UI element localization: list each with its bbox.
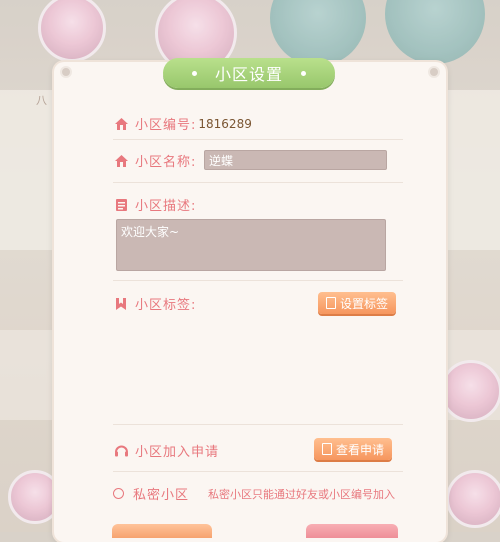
community-desc-row: 小区描述: — [113, 195, 196, 214]
notepad-icon — [113, 197, 129, 213]
community-tags-row: 小区标签: — [113, 294, 196, 313]
home-icon — [113, 153, 129, 169]
join-requests-row: 小区加入申请 — [113, 441, 219, 460]
join-requests-label: 小区加入申请 — [135, 445, 220, 460]
set-tags-button[interactable]: 设置标签 — [318, 292, 396, 314]
divider — [113, 139, 403, 140]
community-id-value: 1816289 — [198, 116, 252, 131]
private-community-row[interactable]: 私密小区 — [113, 484, 189, 503]
title-dot-right — [301, 70, 306, 76]
divider — [113, 280, 403, 281]
edit-icon — [321, 443, 332, 455]
view-requests-button[interactable]: 查看申请 — [314, 438, 392, 460]
divider — [113, 182, 403, 183]
home-icon — [113, 116, 129, 132]
community-name-label: 小区名称: — [135, 155, 197, 170]
community-desc-input[interactable]: 欢迎大家~ — [116, 219, 386, 271]
community-name-row: 小区名称: — [113, 151, 196, 170]
edit-icon — [325, 297, 336, 309]
community-id-row: 小区编号: 1816289 — [113, 114, 252, 133]
title-dot-left — [191, 70, 197, 76]
community-id-label: 小区编号: — [135, 118, 197, 133]
set-tags-button-label: 设置标签 — [339, 296, 388, 311]
bookmark-icon — [113, 296, 129, 312]
dialog-title: 小区设置 — [214, 65, 283, 84]
private-community-label: 私密小区 — [133, 488, 190, 503]
community-desc-label: 小区描述: — [135, 199, 197, 214]
view-requests-button-label: 查看申请 — [335, 442, 384, 457]
community-tags-label: 小区标签: — [135, 298, 197, 313]
rivet-right — [428, 66, 440, 78]
headset-icon — [113, 443, 129, 459]
cancel-button[interactable] — [112, 524, 212, 538]
dialog-title-banner: 小区设置 — [163, 58, 335, 88]
confirm-button[interactable] — [306, 524, 398, 538]
private-radio[interactable] — [113, 488, 124, 499]
community-name-input[interactable]: 逆蝶 — [204, 150, 387, 170]
private-community-hint: 私密小区只能通过好友或小区编号加入 — [208, 488, 395, 501]
divider — [113, 471, 403, 472]
rivet-left — [60, 66, 72, 78]
divider — [113, 424, 403, 425]
